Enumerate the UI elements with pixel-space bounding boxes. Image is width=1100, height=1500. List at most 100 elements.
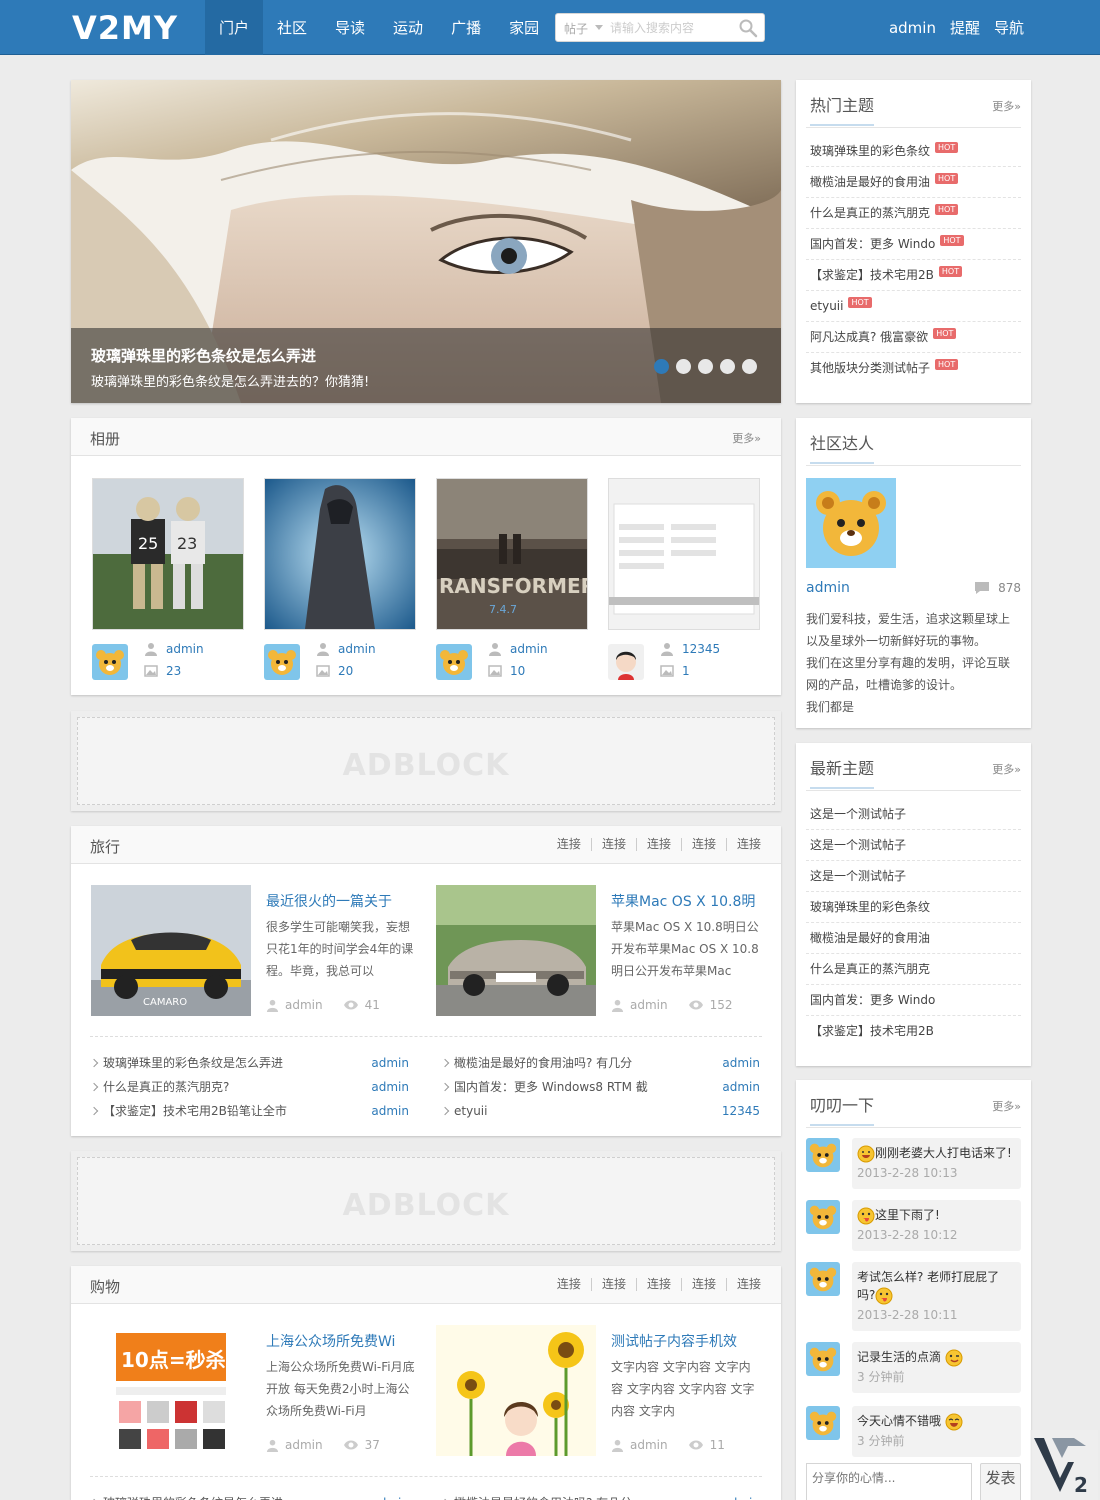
user-avatar[interactable] [608, 644, 644, 680]
album-photo-transformers[interactable]: RANSFORMER 7.4.7 [436, 478, 596, 630]
user-avatar[interactable] [806, 1262, 840, 1296]
article-image-bmw[interactable] [436, 885, 596, 1016]
user-avatar[interactable] [436, 644, 472, 680]
list-item-title[interactable]: 国内首发：更多 Windows8 RTM 截 [454, 1075, 648, 1099]
user-name-link[interactable]: admin [889, 0, 936, 55]
article-author[interactable]: admin [630, 1438, 668, 1452]
list-item[interactable]: 这是一个测试帖子 [806, 830, 1021, 861]
list-item[interactable]: etyuii HOT [806, 291, 1021, 322]
chevron-down-icon[interactable] [595, 25, 603, 30]
slider-dot-2[interactable] [676, 359, 691, 374]
user-avatar[interactable] [264, 644, 300, 680]
shopping-link[interactable]: 连接 [547, 1278, 591, 1291]
status-submit-button[interactable]: 发表 [980, 1463, 1021, 1500]
travel-link[interactable]: 连接 [547, 838, 591, 851]
search-input[interactable] [610, 18, 730, 38]
album-more-link[interactable]: 更多» [732, 430, 761, 446]
album-photo-football[interactable]: 25 23 [92, 478, 244, 630]
slider-dot-3[interactable] [698, 359, 713, 374]
album-author[interactable]: admin [338, 642, 376, 656]
list-item-author[interactable]: admin [371, 1491, 409, 1500]
user-avatar[interactable] [806, 1200, 840, 1234]
list-item[interactable]: 橄榄油是最好的食用油 HOT [806, 167, 1021, 198]
album-photo-screenshot[interactable] [608, 478, 760, 630]
hot-topic-title[interactable]: 什么是真正的蒸汽朋克 [810, 206, 930, 220]
user-avatar[interactable] [92, 644, 128, 680]
list-item-author[interactable]: admin [722, 1491, 760, 1500]
article-image-sale[interactable]: 10点=秒杀 [91, 1325, 251, 1456]
article-title[interactable]: 苹果Mac OS X 10.8明 [611, 891, 755, 911]
hot-topic-title[interactable]: 国内首发：更多 Windo [810, 237, 935, 251]
list-item[interactable]: 玻璃弹珠里的彩色条纹 HOT [806, 136, 1021, 167]
list-item[interactable]: 这是一个测试帖子 [806, 799, 1021, 830]
status-input[interactable] [806, 1463, 972, 1500]
talent-name[interactable]: admin [806, 580, 850, 596]
article-title[interactable]: 测试帖子内容手机效 [611, 1331, 737, 1351]
travel-link[interactable]: 连接 [590, 838, 636, 851]
user-avatar[interactable] [806, 1138, 840, 1172]
latest-topics-more-link[interactable]: 更多» [992, 761, 1021, 777]
hot-topic-title[interactable]: 橄榄油是最好的食用油 [810, 175, 930, 189]
list-item[interactable]: 国内首发：更多 Windo [806, 985, 1021, 1016]
list-item-title[interactable]: etyuii [454, 1099, 487, 1123]
list-item-title[interactable]: 橄榄油是最好的食用油吗? 有几分 [454, 1051, 632, 1075]
nav-item-broadcast[interactable]: 广播 [437, 0, 495, 55]
list-item-title[interactable]: 【求鉴定】技术宅用2B铅笔让全市 [103, 1099, 287, 1123]
list-item[interactable]: 其他版块分类测试帖子 HOT [806, 353, 1021, 384]
list-item-author[interactable]: admin [371, 1075, 409, 1099]
shopping-link[interactable]: 连接 [590, 1278, 636, 1291]
shopping-link[interactable]: 连接 [635, 1278, 681, 1291]
list-item-title[interactable]: 玻璃弹珠里的彩色条纹是怎么弄进 [103, 1051, 283, 1075]
list-item-author[interactable]: admin [722, 1051, 760, 1075]
list-item[interactable]: 什么是真正的蒸汽朋克 [806, 954, 1021, 985]
list-item-title[interactable]: 什么是真正的蒸汽朋克? [103, 1075, 229, 1099]
feed-more-link[interactable]: 更多» [992, 1098, 1021, 1114]
list-item[interactable]: 【求鉴定】技术宅用2B HOT [806, 260, 1021, 291]
list-item-author[interactable]: admin [371, 1051, 409, 1075]
article-author[interactable]: admin [285, 998, 323, 1012]
search-type-select[interactable]: 帖子 [564, 20, 588, 37]
list-item[interactable]: 国内首发：更多 Windo HOT [806, 229, 1021, 260]
user-avatar[interactable] [806, 1406, 840, 1440]
list-item[interactable]: 【求鉴定】技术宅用2B [806, 1016, 1021, 1047]
shopping-link[interactable]: 连接 [725, 1278, 761, 1291]
album-author[interactable]: admin [166, 642, 204, 656]
nav-item-sports[interactable]: 运动 [379, 0, 437, 55]
album-author[interactable]: 12345 [682, 642, 720, 656]
list-item-title[interactable]: 橄榄油是最好的食用油吗? 有几分 [454, 1491, 632, 1500]
list-item[interactable]: 什么是真正的蒸汽朋克 HOT [806, 198, 1021, 229]
travel-link[interactable]: 连接 [725, 838, 761, 851]
nav-item-portal[interactable]: 门户 [205, 0, 264, 55]
remind-link[interactable]: 提醒 [950, 0, 980, 55]
slider-dot-4[interactable] [720, 359, 735, 374]
list-item-author[interactable]: admin [371, 1099, 409, 1123]
list-item-author[interactable]: admin [722, 1075, 760, 1099]
list-item[interactable]: 阿凡达成真? 俄富豪欲 HOT [806, 322, 1021, 353]
list-item-title[interactable]: 玻璃弹珠里的彩色条纹是怎么弄进 [103, 1491, 283, 1500]
nav-item-guide[interactable]: 导读 [321, 0, 379, 55]
travel-link[interactable]: 连接 [635, 838, 681, 851]
article-title[interactable]: 最近很火的一篇关于 [266, 891, 392, 911]
album-author[interactable]: admin [510, 642, 548, 656]
article-author[interactable]: admin [630, 998, 668, 1012]
talent-avatar[interactable] [806, 478, 896, 568]
article-title[interactable]: 上海公众场所免费Wi [266, 1331, 395, 1351]
shopping-link[interactable]: 连接 [680, 1278, 726, 1291]
back-to-top-logo-icon[interactable]: 2 [1030, 1430, 1098, 1500]
guide-link[interactable]: 导航 [994, 0, 1024, 55]
article-image-camaro[interactable]: CAMARO [91, 885, 251, 1016]
hot-topics-more-link[interactable]: 更多» [992, 98, 1021, 114]
list-item[interactable]: 橄榄油是最好的食用油 [806, 923, 1021, 954]
hot-topic-title[interactable]: 玻璃弹珠里的彩色条纹 [810, 144, 930, 158]
nav-item-home[interactable]: 家园 [495, 0, 553, 55]
search-icon[interactable] [738, 18, 758, 38]
album-photo-assassin[interactable] [264, 478, 416, 630]
article-author[interactable]: admin [285, 1438, 323, 1452]
hot-topic-title[interactable]: 其他版块分类测试帖子 [810, 361, 930, 375]
user-avatar[interactable] [806, 1342, 840, 1376]
slide-title[interactable]: 玻璃弹珠里的彩色条纹是怎么弄进 [91, 345, 316, 366]
slider-dot-5[interactable] [742, 359, 757, 374]
hot-topic-title[interactable]: etyuii [810, 299, 843, 313]
hot-topic-title[interactable]: 阿凡达成真? 俄富豪欲 [810, 330, 928, 344]
list-item[interactable]: 这是一个测试帖子 [806, 861, 1021, 892]
